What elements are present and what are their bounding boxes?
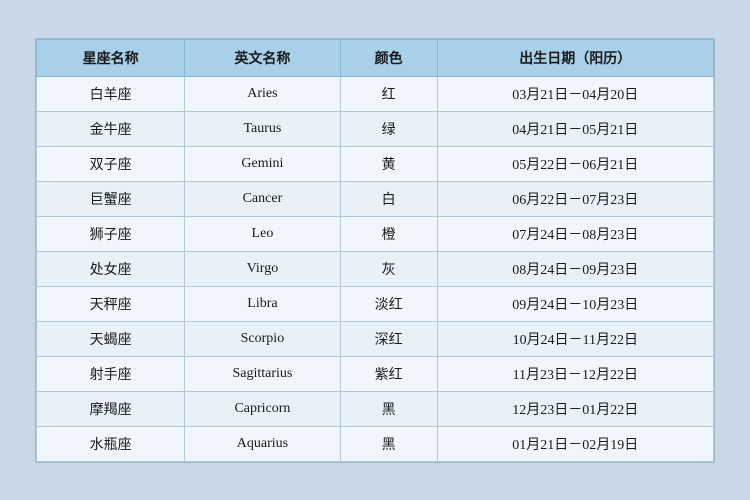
table-cell: Taurus [185,111,340,146]
table-cell: Libra [185,286,340,321]
table-row: 白羊座Aries红03月21日－04月20日 [37,76,714,111]
zodiac-table: 星座名称 英文名称 颜色 出生日期（阳历） 白羊座Aries红03月21日－04… [36,39,714,462]
zodiac-table-wrapper: 星座名称 英文名称 颜色 出生日期（阳历） 白羊座Aries红03月21日－04… [35,38,715,463]
table-cell: Capricorn [185,391,340,426]
table-cell: 金牛座 [37,111,185,146]
col-header-birthdate: 出生日期（阳历） [437,39,713,76]
table-cell: 水瓶座 [37,426,185,461]
table-cell: Cancer [185,181,340,216]
table-cell: Aries [185,76,340,111]
table-cell: 04月21日－05月21日 [437,111,713,146]
table-cell: 09月24日－10月23日 [437,286,713,321]
table-cell: 紫红 [340,356,437,391]
table-cell: 双子座 [37,146,185,181]
table-header-row: 星座名称 英文名称 颜色 出生日期（阳历） [37,39,714,76]
table-row: 天蝎座Scorpio深红10月24日－11月22日 [37,321,714,356]
table-cell: 橙 [340,216,437,251]
table-cell: Scorpio [185,321,340,356]
table-row: 射手座Sagittarius紫红11月23日－12月22日 [37,356,714,391]
table-row: 狮子座Leo橙07月24日－08月23日 [37,216,714,251]
table-cell: 12月23日－01月22日 [437,391,713,426]
table-cell: Virgo [185,251,340,286]
table-cell: 10月24日－11月22日 [437,321,713,356]
table-row: 金牛座Taurus绿04月21日－05月21日 [37,111,714,146]
table-cell: 03月21日－04月20日 [437,76,713,111]
table-cell: 黑 [340,426,437,461]
table-row: 处女座Virgo灰08月24日－09月23日 [37,251,714,286]
table-cell: 白 [340,181,437,216]
table-cell: 狮子座 [37,216,185,251]
table-cell: 05月22日－06月21日 [437,146,713,181]
col-header-color: 颜色 [340,39,437,76]
table-cell: Leo [185,216,340,251]
table-row: 巨蟹座Cancer白06月22日－07月23日 [37,181,714,216]
table-row: 天秤座Libra淡红09月24日－10月23日 [37,286,714,321]
col-header-chinese-name: 星座名称 [37,39,185,76]
table-cell: 淡红 [340,286,437,321]
col-header-english-name: 英文名称 [185,39,340,76]
table-cell: 处女座 [37,251,185,286]
table-cell: 深红 [340,321,437,356]
table-cell: Gemini [185,146,340,181]
table-cell: Aquarius [185,426,340,461]
table-cell: 白羊座 [37,76,185,111]
table-cell: 红 [340,76,437,111]
table-cell: 01月21日－02月19日 [437,426,713,461]
table-cell: 07月24日－08月23日 [437,216,713,251]
table-row: 双子座Gemini黄05月22日－06月21日 [37,146,714,181]
table-cell: 06月22日－07月23日 [437,181,713,216]
table-row: 摩羯座Capricorn黑12月23日－01月22日 [37,391,714,426]
table-cell: 08月24日－09月23日 [437,251,713,286]
table-cell: 黄 [340,146,437,181]
table-cell: 灰 [340,251,437,286]
table-cell: 巨蟹座 [37,181,185,216]
table-cell: 天秤座 [37,286,185,321]
table-cell: 天蝎座 [37,321,185,356]
table-cell: 射手座 [37,356,185,391]
table-row: 水瓶座Aquarius黑01月21日－02月19日 [37,426,714,461]
table-cell: 11月23日－12月22日 [437,356,713,391]
table-cell: 绿 [340,111,437,146]
table-cell: Sagittarius [185,356,340,391]
table-cell: 黑 [340,391,437,426]
table-cell: 摩羯座 [37,391,185,426]
